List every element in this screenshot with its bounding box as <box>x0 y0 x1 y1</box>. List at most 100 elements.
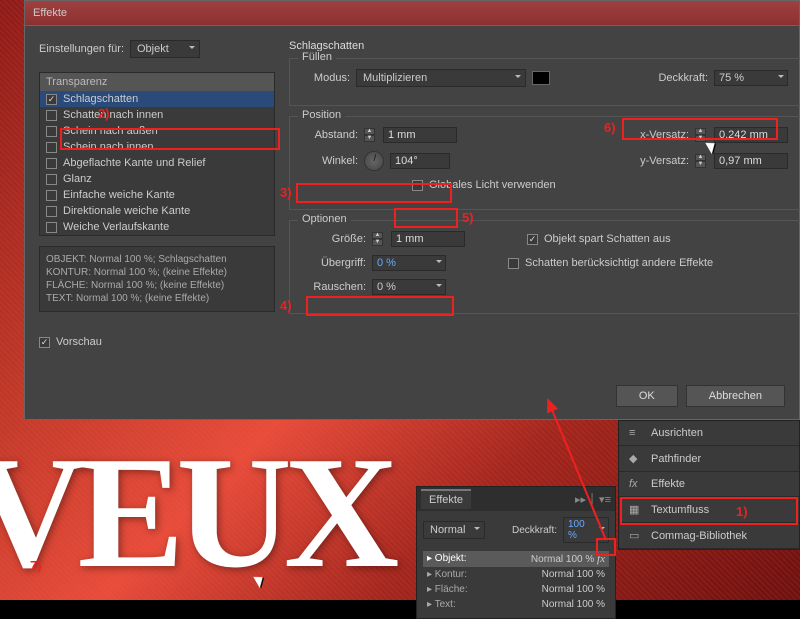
fill-group: Füllen Modus: Multiplizieren Deckkraft: … <box>289 58 800 106</box>
settings-for-dropdown[interactable]: Objekt <box>130 40 200 58</box>
annotation-7: 7) <box>30 558 42 573</box>
effect-checkbox[interactable] <box>46 206 57 217</box>
effects-panel: Effekte ▸▸ │ ▾≡ Normal Deckkraft: 100 % … <box>416 486 616 619</box>
distance-input[interactable] <box>383 127 457 143</box>
x-offset-stepper[interactable]: ▲▼ <box>695 128 706 142</box>
settings-for-label: Einstellungen für: <box>39 43 124 55</box>
distance-stepper[interactable]: ▲▼ <box>364 128 375 142</box>
x-offset-input[interactable] <box>714 127 788 143</box>
fx-row[interactable]: ▸ Text:Normal 100 % <box>423 597 609 612</box>
y-offset-label: y-Versatz: <box>640 155 689 167</box>
size-stepper[interactable]: ▲▼ <box>372 232 383 246</box>
effect-checkbox[interactable] <box>46 174 57 185</box>
object-info: OBJEKT: Normal 100 %; SchlagschattenKONT… <box>39 246 275 312</box>
global-light-checkbox[interactable] <box>412 180 423 191</box>
effect-checkbox[interactable] <box>46 190 57 201</box>
annotation-3: 3) <box>280 185 292 200</box>
knockout-checkbox[interactable] <box>527 234 538 245</box>
side-panels: ≡ Ausrichten ◆ Pathfinder fxEffekte ▦ Textumfl… <box>618 420 800 550</box>
other-effects-label: Schatten berücksichtigt andere Effekte <box>525 257 713 269</box>
effect-checkbox[interactable] <box>46 126 57 137</box>
effects-list: Transparenz Schlagschatten Schatten nach … <box>39 72 275 236</box>
effect-label: Schatten nach innen <box>63 109 163 121</box>
knockout-label: Objekt spart Schatten aus <box>544 233 671 245</box>
effect-item[interactable]: Glanz <box>40 171 274 187</box>
effect-checkbox[interactable] <box>46 110 57 121</box>
effects-list-header: Transparenz <box>40 73 274 91</box>
effect-checkbox[interactable] <box>46 158 57 169</box>
annotation-4: 4) <box>280 298 292 313</box>
effect-item[interactable]: Einfache weiche Kante <box>40 187 274 203</box>
angle-input[interactable] <box>390 153 450 169</box>
panel-label: Pathfinder <box>651 453 701 465</box>
angle-dial[interactable] <box>364 151 384 171</box>
shadow-color-swatch[interactable] <box>532 71 550 85</box>
fx-row[interactable]: ▸ Kontur:Normal 100 % <box>423 567 609 582</box>
fx-row[interactable]: ▸ Objekt:Normal 100 % fx <box>423 551 609 567</box>
effect-item[interactable]: Schlagschatten <box>40 91 274 107</box>
preview-label: Vorschau <box>56 336 102 348</box>
panel-item-commag-bibliothek[interactable]: ▭Commag-Bibliothek <box>619 523 799 549</box>
fx-mode-dropdown[interactable]: Normal <box>423 521 485 539</box>
effect-label: Schein nach außen <box>63 125 158 137</box>
effect-item[interactable]: Direktionale weiche Kante <box>40 203 274 219</box>
effect-checkbox[interactable] <box>46 94 57 105</box>
ok-button[interactable]: OK <box>616 385 678 407</box>
panel-icon: ≡ <box>629 427 643 439</box>
position-group: Position Abstand: ▲▼ x-Versatz: ▲▼ Winke… <box>289 116 800 210</box>
mode-label: Modus: <box>302 72 350 84</box>
spread-input[interactable]: 0 % <box>372 255 446 271</box>
fx-row[interactable]: ▸ Fläche:Normal 100 % <box>423 582 609 597</box>
y-offset-stepper[interactable]: ▲▼ <box>695 154 706 168</box>
effects-panel-tab[interactable]: Effekte <box>421 489 471 509</box>
annotation-5: 5) <box>462 210 474 225</box>
cursor-icon <box>256 574 268 590</box>
panel-item-pathfinder[interactable]: ◆ Pathfinder <box>619 446 799 472</box>
annotation-1: 1) <box>736 504 748 519</box>
spread-label: Übergriff: <box>302 257 366 269</box>
effect-item[interactable]: Schatten nach innen <box>40 107 274 123</box>
effect-label: Abgeflachte Kante und Relief <box>63 157 206 169</box>
effect-checkbox[interactable] <box>46 222 57 233</box>
effect-label: Einfache weiche Kante <box>63 189 175 201</box>
panel-item-ausrichten[interactable]: ≡ Ausrichten <box>619 421 799 446</box>
other-effects-checkbox[interactable] <box>508 258 519 269</box>
dialog-title: Effekte <box>33 7 67 19</box>
effect-item[interactable]: Schein nach außen <box>40 123 274 139</box>
preview-checkbox[interactable] <box>39 337 50 348</box>
effect-item[interactable]: Abgeflachte Kante und Relief <box>40 155 274 171</box>
size-input[interactable] <box>391 231 465 247</box>
dialog-titlebar: Effekte <box>24 0 800 26</box>
effect-label: Glanz <box>63 173 92 185</box>
options-group: Optionen Größe: ▲▼ Objekt spart Schatten… <box>289 220 800 314</box>
opacity-input[interactable]: 75 % <box>714 70 788 86</box>
panel-icon: ◆ <box>629 452 643 465</box>
mode-dropdown[interactable]: Multiplizieren <box>356 69 526 87</box>
panel-icon: ▭ <box>629 529 643 542</box>
fx-opacity-input[interactable]: 100 % <box>563 517 609 543</box>
panel-label: Effekte <box>651 478 685 490</box>
effect-item[interactable]: Schein nach innen <box>40 139 274 155</box>
annotation-6: 6) <box>604 120 616 135</box>
effect-label: Schein nach innen <box>63 141 154 153</box>
effect-checkbox[interactable] <box>46 142 57 153</box>
distance-label: Abstand: <box>302 129 358 141</box>
effect-item[interactable]: Weiche Verlaufskante <box>40 219 274 235</box>
panel-item-effekte[interactable]: fxEffekte <box>619 472 799 497</box>
background-text: VEUX <box>0 420 391 605</box>
shadow-title: Schlagschatten <box>289 40 800 52</box>
panel-icon: ▦ <box>629 503 643 516</box>
angle-label: Winkel: <box>302 155 358 167</box>
effect-label: Weiche Verlaufskante <box>63 221 169 233</box>
global-light-label: Globales Licht verwenden <box>429 179 556 191</box>
size-label: Größe: <box>302 233 366 245</box>
panel-item-textumfluss[interactable]: ▦ Textumfluss <box>619 497 799 523</box>
panel-label: Textumfluss <box>651 504 709 516</box>
effect-label: Schlagschatten <box>63 93 138 105</box>
cursor-icon <box>708 140 720 156</box>
y-offset-input[interactable] <box>714 153 788 169</box>
panel-label: Ausrichten <box>651 427 703 439</box>
noise-input[interactable]: 0 % <box>372 279 446 295</box>
cancel-button[interactable]: Abbrechen <box>686 385 785 407</box>
effects-dialog: Einstellungen für: Objekt Transparenz Sc… <box>24 26 800 420</box>
